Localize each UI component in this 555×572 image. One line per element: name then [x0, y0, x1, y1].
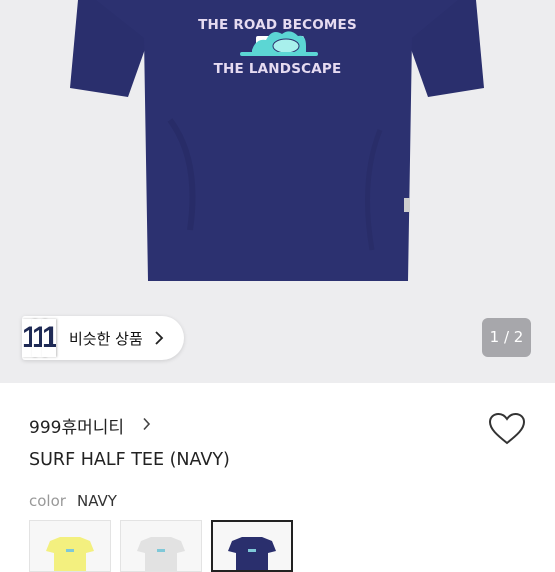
product-title: SURF HALF TEE (NAVY) — [29, 450, 230, 470]
heart-icon[interactable] — [487, 411, 527, 447]
color-option-label: color — [29, 492, 66, 510]
tshirt-thumbnail-gray — [137, 537, 185, 571]
chevron-right-icon — [143, 417, 151, 431]
tshirt-thumbnail-yellow — [46, 537, 94, 571]
similar-products-label: 비슷한 상품 — [69, 330, 143, 348]
color-swatch-navy[interactable] — [211, 520, 293, 572]
similar-products-thumbnails: 1 1 1 — [22, 316, 68, 360]
store-name-link[interactable]: 999휴머니티 — [29, 413, 124, 438]
product-image-gallery[interactable]: THE ROAD BECOMES THE LANDSCAPE 1 1 1 비슷한… — [0, 0, 555, 383]
similar-thumb-3: 1 — [42, 319, 56, 357]
tshirt-print-bottom-text: THE LANDSCAPE — [213, 61, 342, 77]
chevron-right-icon — [155, 331, 164, 345]
color-swatch-gray[interactable] — [120, 520, 202, 572]
similar-products-button[interactable]: 1 1 1 비슷한 상품 — [22, 316, 184, 360]
selected-color-value: NAVY — [77, 492, 117, 510]
tshirt-thumbnail-navy — [228, 537, 276, 570]
color-swatch-yellow[interactable] — [29, 520, 111, 572]
image-page-counter: 1 / 2 — [482, 318, 531, 357]
tshirt-print-top-text: THE ROAD BECOMES — [198, 17, 357, 33]
